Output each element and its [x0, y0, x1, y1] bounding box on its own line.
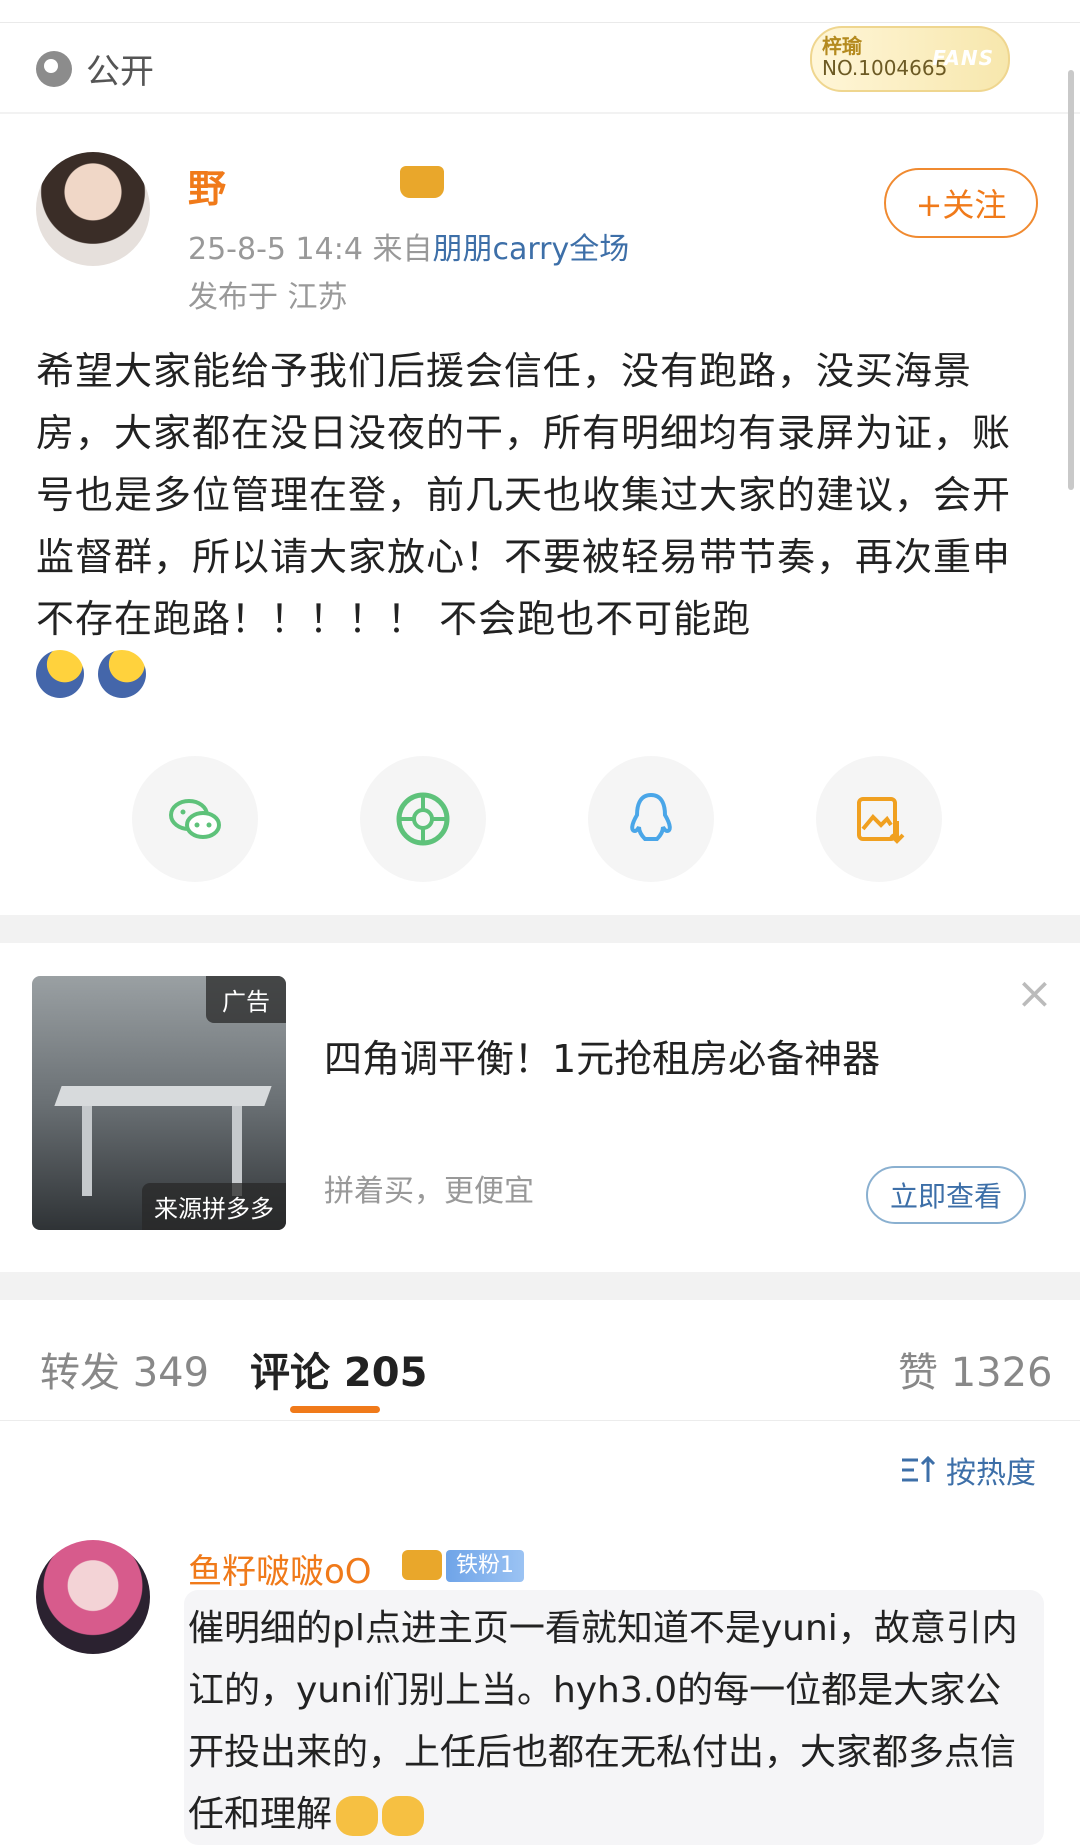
lying-flat-emoji-icon: [98, 650, 146, 698]
comment-text-block: 催明细的pl点进主页一看就知道不是yuni，故意引内讧的，yuni们别上当。hy…: [188, 1598, 1028, 1846]
share-moments-button[interactable]: [360, 756, 486, 882]
top-divider: [0, 22, 1080, 23]
ad-view-button[interactable]: 立即查看: [866, 1166, 1026, 1224]
fans-badge-number: NO.1004665: [822, 56, 948, 80]
scrollbar[interactable]: [1068, 70, 1074, 490]
section-gap: [0, 1272, 1080, 1300]
lying-flat-emoji-icon: [36, 650, 84, 698]
post-meta: 25-8-5 14:4 来自朋朋carry全场: [188, 224, 629, 268]
post-timestamp: 25-8-5 14:4: [188, 232, 363, 267]
globe-icon: [36, 50, 72, 87]
ad-title[interactable]: 四角调平衡！1元抢租房必备神器: [324, 1028, 880, 1083]
ad-source-label: 来源拼多多: [142, 1183, 286, 1230]
tab-repost[interactable]: 转发 349: [40, 1340, 209, 1398]
source-prefix: 来自: [372, 232, 433, 267]
crown-icon: [402, 1550, 442, 1580]
save-image-icon: [857, 797, 905, 844]
post-text: 希望大家能给予我们后援会信任，没有跑路，没买海景房，大家都在没日没夜的干，所有明…: [36, 349, 1012, 641]
sort-toggle[interactable]: 按热度: [900, 1448, 1036, 1492]
share-qq-button[interactable]: [588, 756, 714, 882]
share-wechat-button[interactable]: [132, 756, 258, 882]
author-name[interactable]: 野: [188, 158, 228, 213]
section-gap: [0, 915, 1080, 943]
active-tab-indicator: [290, 1406, 380, 1413]
tab-comment[interactable]: 评论 205: [250, 1340, 427, 1398]
fans-badge-word: FANS: [932, 46, 994, 70]
ad-image[interactable]: 广告 来源拼多多: [32, 976, 286, 1230]
commenter-avatar[interactable]: [36, 1540, 150, 1654]
save-image-button[interactable]: [816, 756, 942, 882]
tabs-divider: [0, 1420, 1080, 1421]
wechat-icon: [169, 799, 221, 839]
post-location: 发布于 江苏: [188, 280, 348, 315]
comment-text: 催明细的pl点进主页一看就知道不是yuni，故意引内讧的，yuni们别上当。hy…: [188, 1608, 1018, 1835]
visibility-indicator: 公开: [36, 44, 154, 93]
sort-icon: [902, 1455, 936, 1482]
cat-emoji-icon: [336, 1796, 379, 1836]
ad-tag: 广告: [206, 976, 286, 1023]
post-source-link[interactable]: 朋朋carry全场: [432, 232, 629, 267]
follow-button[interactable]: +关注: [884, 168, 1038, 238]
sort-label: 按热度: [946, 1456, 1036, 1491]
tab-like[interactable]: 赞 1326: [898, 1340, 1053, 1398]
fans-badge[interactable]: 梓瑜 NO.1004665 FANS: [810, 26, 1010, 92]
visibility-label: 公开: [86, 52, 154, 92]
crown-icon: [400, 166, 444, 198]
fans-badge-name: 梓瑜: [822, 34, 862, 58]
post-emojis: [36, 650, 146, 698]
commenter-name[interactable]: 鱼籽啵啵oO: [188, 1544, 372, 1593]
table-illustration: [54, 1086, 272, 1106]
ad-subtitle: 拼着买，更便宜: [324, 1174, 534, 1209]
moments-icon: [396, 792, 450, 846]
fan-level-badge: 铁粉1: [446, 1550, 524, 1582]
header-divider: [0, 112, 1080, 114]
table-leg: [82, 1106, 92, 1196]
cat-emoji-icon: [382, 1796, 425, 1836]
author-avatar[interactable]: [36, 152, 150, 266]
ad-close-icon[interactable]: ×: [1016, 972, 1053, 1016]
qq-icon: [630, 792, 672, 841]
